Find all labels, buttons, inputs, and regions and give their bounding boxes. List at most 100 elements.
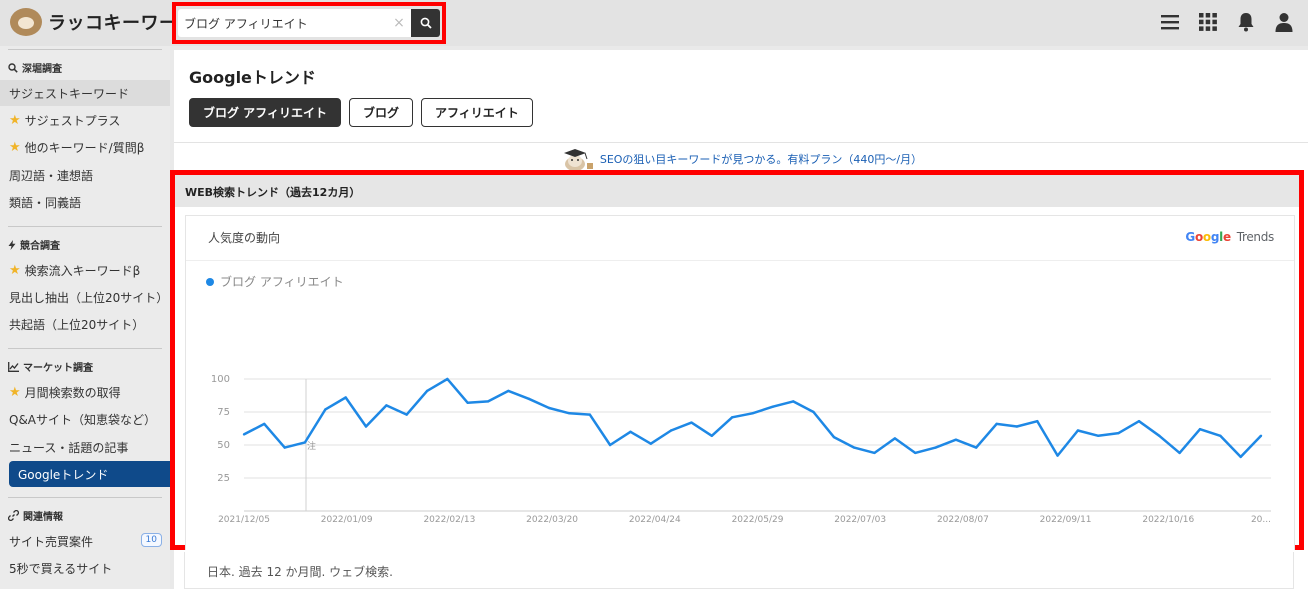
sidebar-item-cooccurrence[interactable]: 共起語（上位20サイト）: [0, 311, 170, 337]
y-tick-label: 100: [211, 374, 230, 385]
data-point: [466, 401, 469, 404]
count-badge: 10: [140, 533, 162, 547]
data-point: [1015, 425, 1019, 428]
data-point: [344, 396, 347, 399]
star-icon: ★: [9, 139, 21, 155]
star-icon: ★: [9, 384, 21, 400]
sidebar-item-heading-extraction[interactable]: 見出し抽出（上位20サイト）: [0, 284, 170, 310]
data-point: [425, 389, 429, 393]
otter-logo-icon: [10, 8, 42, 36]
sidebar-item-google-trends[interactable]: Googleトレンド: [9, 461, 170, 487]
star-icon: ★: [9, 112, 21, 128]
x-tick-label: 2022/02/13: [423, 515, 475, 525]
data-point: [812, 410, 815, 414]
section-competitor-research: 競合調査: [8, 237, 60, 252]
sidebar-item-synonyms[interactable]: 類語・同義語: [0, 189, 170, 215]
x-tick-label: 2022/08/07: [937, 515, 989, 525]
promo-banner[interactable]: SEOの狙い目キーワードが見つかる。有料プラン（440円〜/月）: [174, 146, 1308, 172]
tab-blog[interactable]: ブログ: [348, 98, 413, 127]
data-point: [995, 422, 998, 426]
star-icon: ★: [9, 262, 21, 278]
search-box: ×: [178, 9, 440, 37]
data-point: [1239, 455, 1242, 459]
search-highlight: ×: [172, 2, 446, 44]
bell-icon[interactable]: [1236, 11, 1256, 33]
apps-grid-icon[interactable]: [1198, 11, 1218, 33]
sidebar-item-suggest-plus[interactable]: ★ サジェストプラス: [0, 107, 170, 133]
data-point: [690, 421, 693, 424]
sidebar-item-inflow-keywords[interactable]: ★ 検索流入キーワードβ: [0, 257, 170, 283]
sidebar-item-site-trading[interactable]: サイト売買案件 10: [0, 528, 170, 554]
search-button[interactable]: [411, 9, 440, 37]
data-point: [263, 422, 266, 426]
trend-highlight: WEB検索トレンド（過去12カ月） 人気度の動向 Google Trends ブ…: [170, 170, 1304, 550]
data-point: [873, 451, 876, 455]
app-logo[interactable]: ラッコキーワード: [10, 8, 196, 36]
data-point: [303, 441, 307, 444]
data-point: [954, 438, 958, 441]
sidebar-item-monthly-volume[interactable]: ★ 月間検索数の取得: [0, 379, 170, 405]
data-point: [975, 446, 978, 449]
chart-line-icon: [8, 361, 19, 372]
section-deep-research: 深堀調査: [8, 60, 62, 75]
trend-card: 人気度の動向 Google Trends ブログ アフィリエイト 25 50 75 1…: [185, 215, 1295, 550]
data-point: [446, 377, 449, 381]
bolt-icon: [8, 239, 16, 250]
data-point: [914, 451, 917, 455]
x-tick-label: 20...: [1251, 515, 1271, 525]
data-point: [792, 400, 795, 403]
promo-link[interactable]: SEOの狙い目キーワードが見つかる。有料プラン（440円〜/月）: [600, 151, 922, 167]
data-point: [1219, 434, 1222, 437]
data-point: [1259, 434, 1263, 437]
data-point: [283, 446, 286, 449]
menu-icon[interactable]: [1160, 11, 1180, 33]
sidebar-divider: [8, 497, 162, 498]
data-point: [608, 443, 612, 447]
sidebar-item-quick-buy-sites[interactable]: 5秒で買えるサイト: [0, 555, 170, 581]
trend-heading: WEB検索トレンド（過去12カ月）: [175, 175, 1299, 207]
tab-affiliate[interactable]: アフィリエイト: [420, 98, 533, 127]
search-icon: [420, 17, 432, 29]
sidebar-item-qa-sites[interactable]: Q&Aサイト（知恵袋など）: [0, 406, 170, 432]
x-tick-label: 2022/01/09: [321, 515, 373, 525]
data-point: [1198, 428, 1202, 431]
clear-icon[interactable]: ×: [392, 13, 406, 33]
trend-line-chart[interactable]: 25 50 75 100 注 2021/12/05 2022/01/09 2022/02/13…: [186, 216, 1296, 551]
data-point: [710, 434, 713, 437]
search-input[interactable]: [184, 13, 392, 33]
section-market-research: マーケット調査: [8, 359, 93, 374]
tab-blog-affiliate[interactable]: ブログ アフィリエイト: [189, 98, 341, 127]
page-title: Googleトレンド: [189, 68, 316, 87]
sidebar-item-other-keywords[interactable]: ★ 他のキーワード/質問β: [0, 134, 170, 160]
x-tick-label: 2022/04/24: [629, 515, 681, 525]
data-point: [1036, 420, 1039, 423]
data-point: [934, 446, 937, 449]
sidebar-item-news[interactable]: ニュース・話題の記事: [0, 434, 170, 460]
data-point: [893, 437, 897, 440]
user-icon[interactable]: [1274, 11, 1294, 33]
sidebar-item-associated-words[interactable]: 周辺語・連想語: [0, 162, 170, 188]
data-point: [527, 397, 530, 400]
data-point: [649, 442, 652, 445]
x-tick-label: 2022/05/29: [732, 515, 784, 525]
y-tick-label: 25: [217, 473, 230, 484]
section-divider: [174, 142, 1308, 143]
data-point: [507, 389, 510, 393]
sidebar-item-suggest-keyword[interactable]: サジェストキーワード: [0, 80, 170, 106]
data-point: [853, 446, 856, 449]
data-point: [364, 425, 368, 428]
y-tick-label: 50: [217, 440, 230, 451]
data-point: [1137, 420, 1141, 423]
data-point: [1158, 434, 1161, 437]
data-point: [547, 406, 551, 410]
data-point: [242, 433, 246, 436]
data-point: [629, 430, 632, 433]
top-header: ラッコキーワード ×: [0, 0, 1308, 46]
data-point: [324, 408, 327, 411]
otter-graduate-icon: [563, 149, 593, 171]
x-tick-label: 2021/12/05: [218, 515, 270, 525]
data-point: [731, 416, 734, 419]
section-related-info: 関連情報: [8, 508, 63, 523]
data-point: [832, 435, 836, 439]
data-point: [1097, 434, 1100, 437]
